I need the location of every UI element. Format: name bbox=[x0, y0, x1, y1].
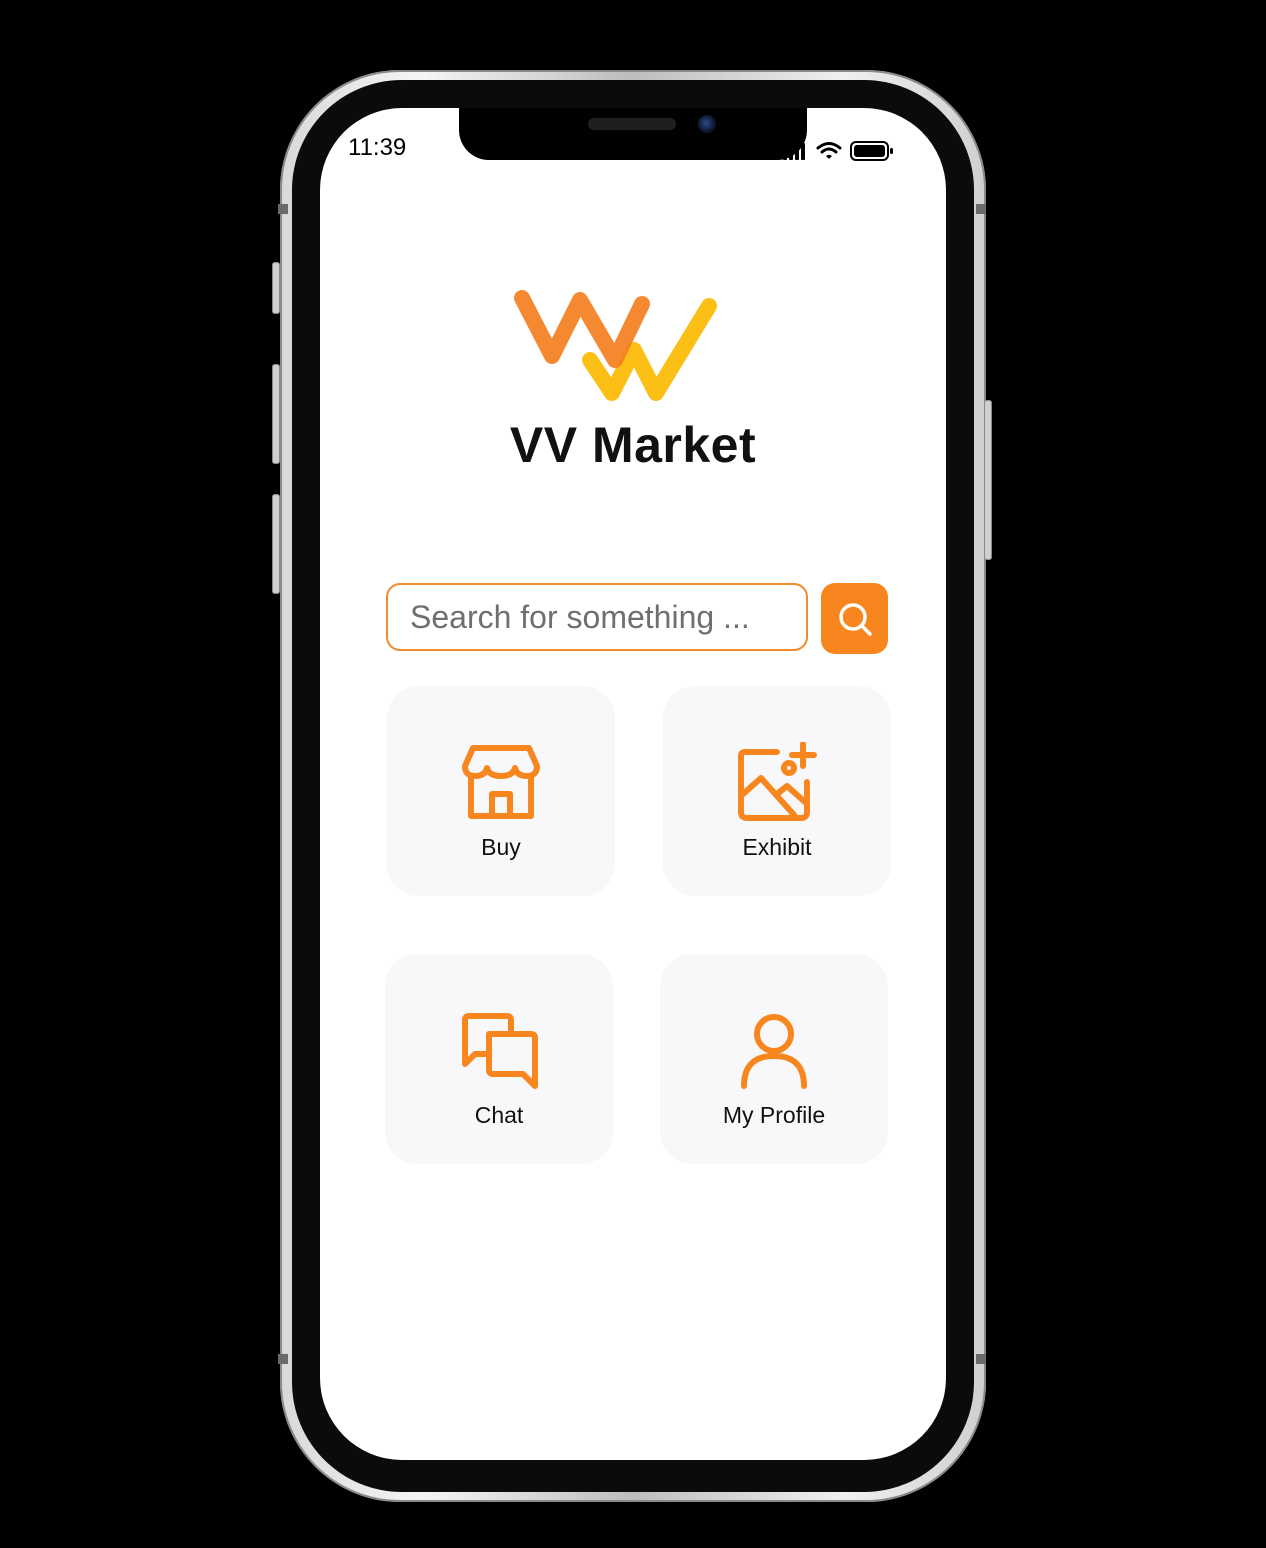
antenna-band bbox=[976, 204, 986, 214]
chat-tile[interactable]: Chat bbox=[385, 954, 613, 1164]
search-button[interactable] bbox=[821, 583, 888, 654]
app-title: VV Market bbox=[509, 417, 757, 473]
user-icon bbox=[741, 1014, 807, 1089]
speaker-grille bbox=[588, 118, 676, 130]
image-add-icon bbox=[738, 742, 817, 821]
search-icon bbox=[838, 602, 872, 636]
notch bbox=[459, 108, 807, 160]
status-time: 11:39 bbox=[348, 134, 407, 161]
my-profile-tile[interactable]: My Profile bbox=[660, 954, 888, 1164]
battery-icon bbox=[850, 141, 893, 161]
volume-up-button bbox=[272, 364, 280, 464]
volume-down-button bbox=[272, 494, 280, 594]
antenna-band bbox=[278, 204, 288, 214]
silent-switch bbox=[272, 262, 280, 314]
buy-tile[interactable]: Buy bbox=[387, 686, 615, 896]
chat-bubbles-icon bbox=[462, 1013, 538, 1089]
exhibit-label: Exhibit bbox=[742, 834, 812, 860]
front-camera bbox=[698, 115, 716, 133]
wifi-icon bbox=[816, 142, 842, 159]
vv-market-logo bbox=[514, 290, 717, 401]
storefront-icon bbox=[462, 745, 540, 819]
antenna-band bbox=[976, 1354, 986, 1364]
chat-label: Chat bbox=[474, 1102, 524, 1128]
buy-label: Buy bbox=[481, 834, 521, 860]
search-input[interactable] bbox=[386, 583, 808, 651]
exhibit-tile[interactable]: Exhibit bbox=[663, 686, 891, 896]
antenna-band bbox=[278, 1354, 288, 1364]
power-button bbox=[984, 400, 992, 560]
app-screen: 11:39 VV Market Search for something ...… bbox=[320, 108, 946, 1460]
my-profile-label: My Profile bbox=[722, 1102, 826, 1128]
